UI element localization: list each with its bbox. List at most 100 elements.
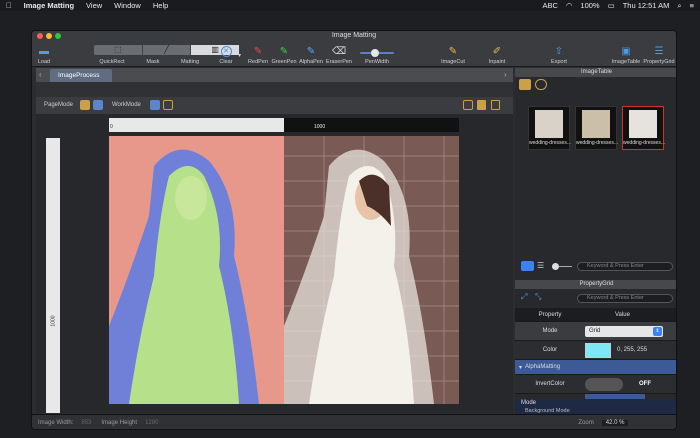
- knife-icon: ✎: [448, 46, 458, 57]
- matting-image-canvas[interactable]: [109, 136, 459, 404]
- wifi-icon[interactable]: ◠: [566, 1, 573, 10]
- property-description: Mode Background Mode: [515, 399, 676, 414]
- tab-content-spacer: [36, 82, 513, 97]
- invertcolor-value: OFF: [639, 381, 651, 387]
- green-pen-icon: ✎: [279, 46, 289, 57]
- clock[interactable]: Thu 12:51 AM: [623, 1, 670, 10]
- work-image-icon[interactable]: [163, 100, 173, 110]
- thumbnail-3-selected[interactable]: wedding-dresses...: [622, 106, 665, 150]
- spotlight-icon[interactable]: ⌕: [677, 1, 681, 11]
- load-button[interactable]: ▬ Load: [36, 41, 52, 67]
- invertcolor-toggle[interactable]: [585, 377, 623, 391]
- horizontal-ruler: 0 1000: [109, 118, 459, 132]
- imagecut-button[interactable]: ✎ ImageCut: [440, 41, 466, 67]
- work-edit-icon[interactable]: [150, 100, 160, 110]
- clear-button[interactable]: ✕ Clear: [218, 41, 234, 67]
- property-row-mode: Mode Grid ⇕: [515, 322, 676, 341]
- eraserpen-button[interactable]: ⌫ EraserPen: [325, 41, 353, 67]
- color-swatch[interactable]: [585, 342, 611, 358]
- inpaint-button[interactable]: ✐ Inpaint: [486, 41, 508, 67]
- mode-select[interactable]: Grid ⇕: [585, 325, 663, 337]
- zoom-value[interactable]: 42.0 %: [601, 420, 629, 426]
- window-title: Image Matting: [331, 32, 377, 39]
- trash-icon[interactable]: [477, 100, 486, 110]
- thumbnail-image: [582, 110, 610, 138]
- propertygrid-button[interactable]: ☰ PropertyGrid: [642, 41, 676, 67]
- tab-imageprocess[interactable]: ImageProcess: [50, 69, 112, 82]
- matting-label: Matting: [180, 59, 200, 65]
- mode-bar: PageMode WorkMode: [36, 97, 513, 114]
- view-image-icon[interactable]: [463, 100, 473, 110]
- property-row-color: Color 0, 255, 255: [515, 341, 676, 360]
- menu-view[interactable]: View: [86, 1, 102, 10]
- penwidth-slider-knob[interactable]: [371, 49, 380, 57]
- tab-scroll-right-icon[interactable]: ›: [504, 70, 507, 79]
- image-height-label: Image Height: [101, 420, 138, 426]
- refresh-icon[interactable]: [535, 79, 547, 90]
- expand-icon[interactable]: ⤢: [521, 292, 527, 302]
- share-icon[interactable]: [491, 100, 500, 110]
- quickrect-label: QuickRect: [99, 59, 125, 65]
- folder-icon: ▬: [39, 46, 49, 57]
- app-menu[interactable]: Image Matting: [24, 1, 74, 10]
- clear-dropdown-icon[interactable]: ▾: [238, 52, 241, 59]
- workmode-label: WorkMode: [112, 102, 141, 108]
- collapse-icon[interactable]: ⤡: [535, 292, 541, 302]
- color-value: 0, 255, 255: [617, 347, 648, 353]
- zoom-button[interactable]: [55, 33, 61, 39]
- menu-window[interactable]: Window: [114, 1, 141, 10]
- thumbnail-2[interactable]: wedding-dresses...: [575, 106, 618, 150]
- minimize-button[interactable]: [46, 33, 52, 39]
- thumb-size-slider-knob[interactable]: [552, 263, 559, 270]
- section-alphamatting[interactable]: ▾ AlphaMatting: [515, 360, 676, 375]
- redpen-button[interactable]: ✎ RedPen: [247, 41, 269, 67]
- image-width-value: 853: [81, 420, 92, 426]
- imagetable-search-input[interactable]: Keyword & Press Enter: [577, 262, 673, 271]
- penwidth-control: PenWidth: [357, 41, 397, 67]
- image-height-value: 1280: [145, 420, 159, 426]
- right-panel: ImageTable wedding-dresses... wedding-dr…: [515, 68, 676, 414]
- tab-scroll-left-icon[interactable]: ‹: [39, 70, 42, 79]
- list-icon: ☰: [654, 46, 664, 57]
- export-button[interactable]: ⇧ Export: [549, 41, 569, 67]
- chevron-updown-icon: ⇕: [653, 326, 662, 336]
- mask-label: Mask: [146, 59, 160, 65]
- image-width-label: Image Width:: [38, 420, 74, 426]
- imagetable-header: ImageTable: [515, 68, 676, 77]
- penwidth-slider[interactable]: [360, 49, 394, 57]
- close-button[interactable]: [37, 33, 43, 39]
- greenpen-button[interactable]: ✎ GreenPen: [271, 41, 297, 67]
- document-tab-bar: ‹ ImageProcess ›: [36, 68, 513, 82]
- input-source-icon[interactable]: ABC: [542, 1, 557, 10]
- window-titlebar: Image Matting: [32, 31, 676, 41]
- page-grid-icon[interactable]: [93, 100, 103, 110]
- propertygrid-search-input[interactable]: Keyword & Press Enter: [577, 294, 673, 303]
- battery-percent[interactable]: 100%: [580, 1, 599, 10]
- red-pen-icon: ✎: [253, 46, 263, 57]
- list-view-icon[interactable]: ☰: [537, 261, 548, 271]
- menu-help[interactable]: Help: [153, 1, 168, 10]
- thumbnail-1[interactable]: wedding-dresses...: [528, 106, 571, 150]
- property-row-invertcolor: InvertColor OFF: [515, 375, 676, 394]
- status-bar: Image Width: 853 Image Height 1280 Zoom …: [32, 414, 676, 429]
- bride-photo: [109, 136, 459, 404]
- grid-view-icon[interactable]: [521, 261, 534, 271]
- alphapen-button[interactable]: ✎ AlphaPen: [298, 41, 324, 67]
- control-center-icon[interactable]: ≡: [690, 1, 694, 10]
- toolbar: ▬ Load ⬚ ╱ ▥ QuickRect Mask Matting ✕ Cl…: [32, 41, 676, 67]
- propertygrid-header: PropertyGrid: [515, 280, 676, 289]
- canvas-area: 0 1000 1000: [36, 114, 513, 413]
- zoom-label: Zoom: [578, 420, 594, 426]
- page-single-icon[interactable]: [80, 100, 90, 110]
- imagetable-button[interactable]: ▣ ImageTable: [612, 41, 640, 67]
- apple-menu-icon[interactable]: : [6, 1, 12, 10]
- add-image-icon[interactable]: [519, 79, 531, 90]
- image-icon: ▣: [621, 46, 631, 57]
- menu-bar:  Image Matting View Window Help ABC ◠ 1…: [0, 0, 700, 11]
- alpha-pen-icon: ✎: [306, 46, 316, 57]
- battery-icon[interactable]: ▭: [608, 1, 615, 10]
- main-window: Image Matting ▬ Load ⬚ ╱ ▥ QuickRect Mas…: [31, 30, 677, 430]
- disclosure-triangle-icon: ▾: [519, 364, 523, 371]
- pagemode-label: PageMode: [44, 102, 74, 108]
- brush-icon: ✐: [492, 46, 502, 57]
